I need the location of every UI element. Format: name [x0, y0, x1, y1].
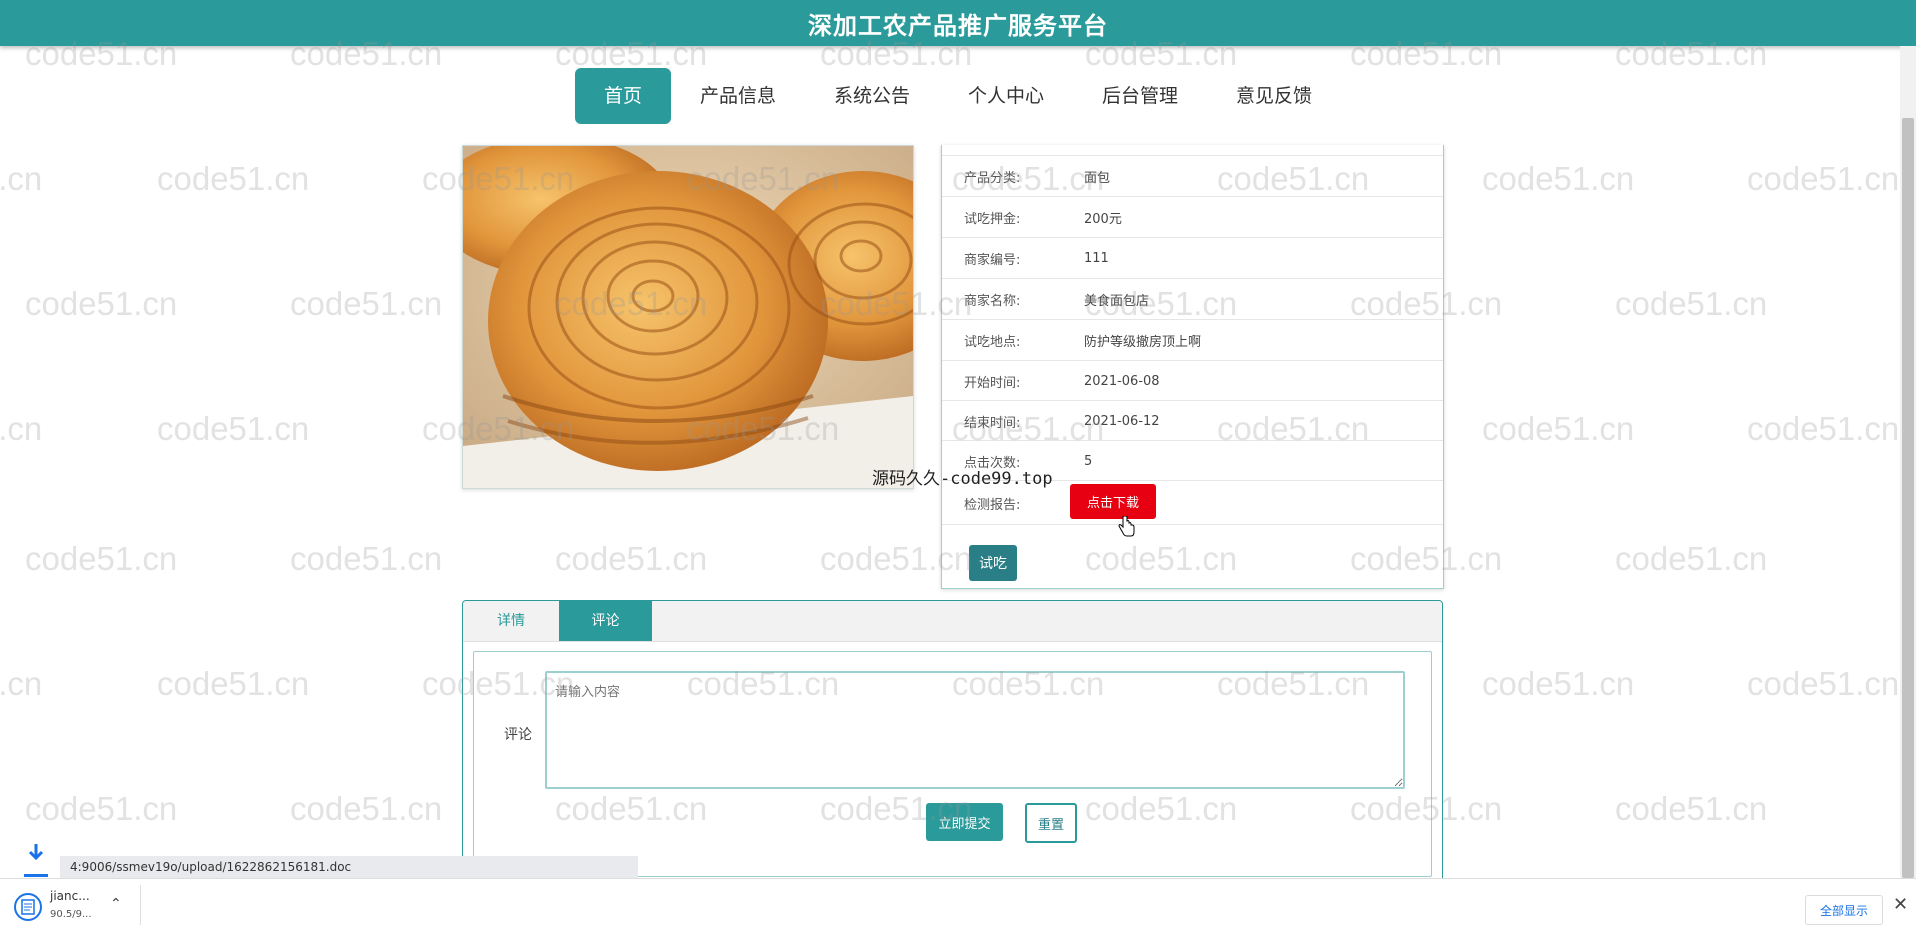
info-label: 试吃押金: [964, 211, 1021, 227]
hand-cursor-icon [1118, 515, 1136, 542]
watermark-text: code51.cn [290, 540, 443, 577]
watermark-text: code51.cn [157, 410, 310, 447]
product-info-panel: 产品分类: 面包 试吃押金: 200元 商家编号: 111 商家名称: 美食面包… [941, 145, 1444, 589]
tab-comment[interactable]: 评论 [559, 601, 652, 641]
comment-textarea[interactable] [545, 671, 1405, 789]
watermark-text: code51.cn [0, 410, 43, 447]
nav-item-admin[interactable]: 后台管理 [1073, 68, 1207, 124]
info-value: 111 [1084, 250, 1109, 266]
nav-item-announcements[interactable]: 系统公告 [805, 68, 939, 124]
status-url: 4:9006/ssmev19o/upload/1622862156181.doc [60, 856, 638, 878]
watermark-text: code51.cn [0, 160, 43, 197]
download-shelf: jianc... 90.5/9... ⌃ 全部显示 ✕ [0, 878, 1916, 933]
info-row-category: 产品分类: 面包 [942, 155, 1443, 196]
info-row-merchant-name: 商家名称: 美食面包店 [942, 278, 1443, 319]
watermark-text: code51.cn [290, 790, 443, 827]
info-label: 开始时间: [964, 375, 1021, 391]
submit-comment-button[interactable]: 立即提交 [926, 803, 1003, 841]
watermark-text: code51.cn [1747, 665, 1900, 702]
watermark-text: code51.cn [1482, 665, 1635, 702]
info-value: 2021-06-12 [1084, 413, 1160, 429]
watermark-text: code51.cn [157, 665, 310, 702]
watermark-text: code51.cn [157, 160, 310, 197]
download-arrow-icon [24, 842, 48, 882]
watermark-text: code51.cn [25, 540, 178, 577]
close-icon[interactable]: ✕ [1893, 894, 1908, 915]
watermark-text: code51.cn [0, 665, 43, 702]
info-value: 面包 [1084, 170, 1111, 186]
comment-field-label: 评论 [504, 727, 532, 743]
info-divider [942, 524, 1443, 525]
nav-item-personal-center[interactable]: 个人中心 [939, 68, 1073, 124]
info-label: 试吃地点: [964, 334, 1021, 350]
comment-form: 评论 [473, 651, 1432, 877]
watermark-text: code51.cn [1615, 540, 1768, 577]
info-row-deposit: 试吃押金: 200元 [942, 196, 1443, 237]
info-label: 商家编号: [964, 252, 1021, 268]
info-value: 防护等级撤房顶上啊 [1084, 334, 1202, 350]
watermark-text: code51.cn [1615, 285, 1768, 322]
tab-detail[interactable]: 详情 [463, 601, 559, 641]
watermark-text: code51.cn [25, 790, 178, 827]
watermark-text: code51.cn [1482, 410, 1635, 447]
watermark-text: code51.cn [1482, 160, 1635, 197]
info-row-end-time: 结束时间: 2021-06-12 [942, 400, 1443, 441]
watermark-text: code51.cn [1747, 160, 1900, 197]
info-label: 产品分类: [964, 170, 1021, 186]
info-row-merchant-id: 商家编号: 111 [942, 237, 1443, 278]
info-row-location: 试吃地点: 防护等级撤房顶上啊 [942, 319, 1443, 360]
divider [140, 885, 141, 925]
scrollbar-thumb[interactable] [1902, 118, 1914, 878]
watermark-text: code51.cn [1615, 790, 1768, 827]
show-all-button[interactable]: 全部显示 [1805, 895, 1883, 925]
nav-item-home[interactable]: 首页 [574, 68, 671, 124]
file-icon[interactable] [14, 893, 42, 925]
info-row-start-time: 开始时间: 2021-06-08 [942, 360, 1443, 401]
product-image [462, 145, 914, 489]
watermark-text: code51.cn [555, 540, 708, 577]
try-button[interactable]: 试吃 [969, 545, 1017, 581]
reset-button[interactable]: 重置 [1025, 803, 1077, 843]
watermark-text: code51.cn [1747, 410, 1900, 447]
download-report-button[interactable]: 点击下载 [1070, 484, 1156, 519]
info-label: 结束时间: [964, 415, 1021, 431]
info-label: 检测报告: [964, 497, 1021, 513]
info-label: 商家名称: [964, 293, 1021, 309]
overlay-watermark-text: 源码久久-code99.top [872, 469, 1053, 489]
nav-item-feedback[interactable]: 意见反馈 [1207, 68, 1341, 124]
site-title: 深加工农产品推广服务平台 [808, 11, 1108, 40]
info-value: 200元 [1084, 211, 1122, 227]
info-value: 美食面包店 [1084, 293, 1150, 309]
site-header: 深加工农产品推广服务平台 [0, 0, 1916, 46]
download-file-name[interactable]: jianc... [50, 889, 90, 903]
download-file-size: 90.5/9... [50, 909, 92, 920]
watermark-text: code51.cn [25, 285, 178, 322]
tab-bar: 详情 评论 [463, 601, 1442, 642]
watermark-text: code51.cn [290, 285, 443, 322]
info-value: 5 [1084, 453, 1093, 469]
main-nav: 首页 产品信息 系统公告 个人中心 后台管理 意见反馈 [0, 68, 1916, 124]
chevron-up-icon[interactable]: ⌃ [110, 896, 122, 912]
nav-item-products[interactable]: 产品信息 [671, 68, 805, 124]
info-value: 2021-06-08 [1084, 373, 1160, 389]
